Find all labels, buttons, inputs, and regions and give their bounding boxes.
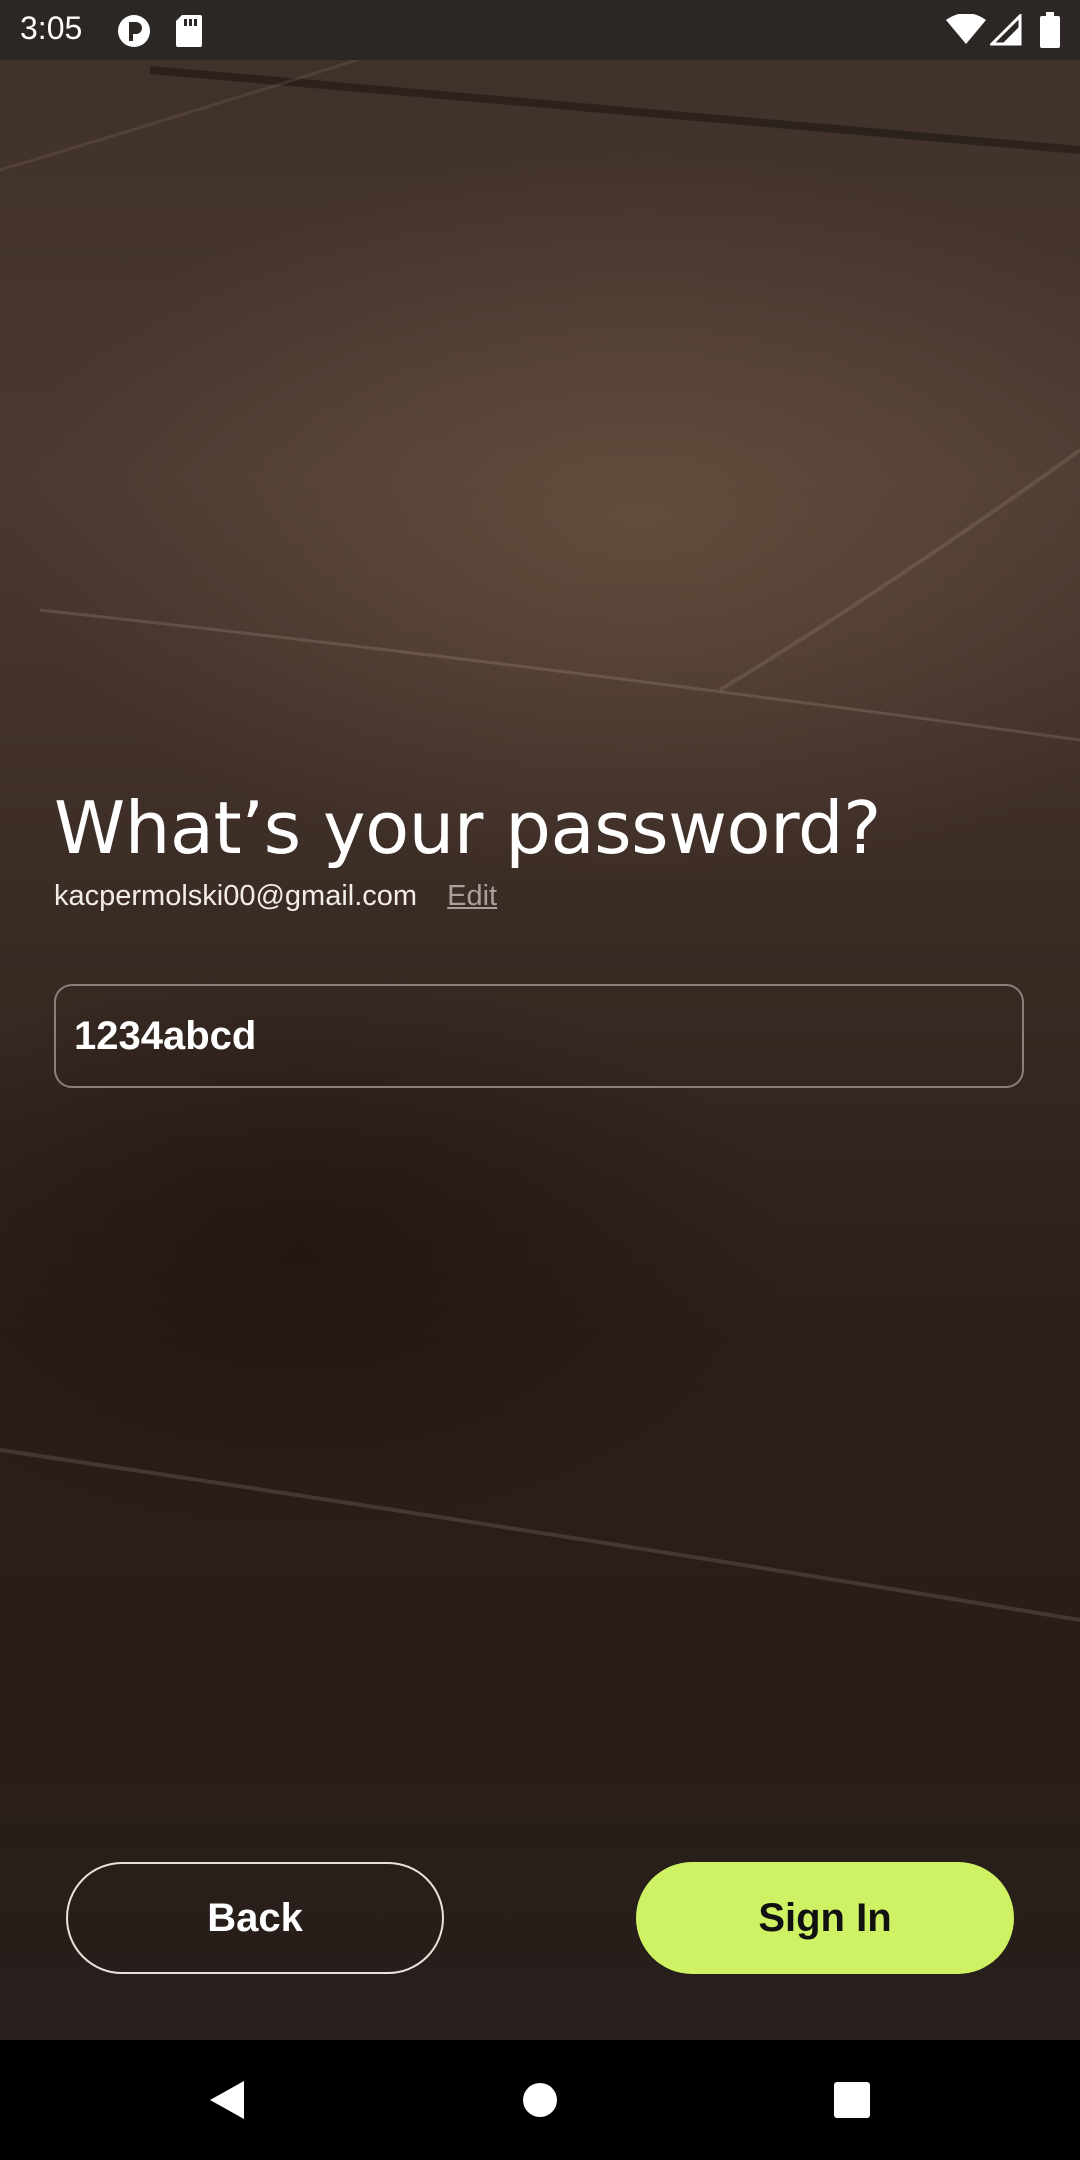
- sign-in-button[interactable]: Sign In: [636, 1862, 1014, 1974]
- edit-email-link[interactable]: Edit: [447, 880, 497, 912]
- password-value: 1234abcd: [74, 1014, 257, 1058]
- page-title: What’s your password?: [54, 786, 881, 870]
- back-button[interactable]: Back: [66, 1862, 444, 1974]
- status-bar: 3:05: [0, 0, 1080, 60]
- sd-card-icon: [176, 15, 202, 52]
- nav-recents-button[interactable]: [792, 2040, 912, 2160]
- wifi-icon: [946, 13, 986, 51]
- nav-back-button[interactable]: [166, 2040, 286, 2160]
- home-circle-icon: [523, 2083, 557, 2117]
- back-triangle-icon: [210, 2081, 244, 2119]
- email-row: kacpermolski00@gmail.com Edit: [54, 880, 497, 913]
- navigation-bar: [0, 2040, 1080, 2160]
- password-input[interactable]: 1234abcd: [54, 984, 1024, 1088]
- cell-signal-icon: [988, 12, 1022, 51]
- status-time: 3:05: [20, 10, 83, 46]
- recents-square-icon: [834, 2082, 870, 2118]
- nav-home-button[interactable]: [480, 2040, 600, 2160]
- notification-p-icon: [116, 13, 152, 54]
- battery-icon: [1040, 12, 1060, 53]
- email-text: kacpermolski00@gmail.com: [54, 880, 418, 912]
